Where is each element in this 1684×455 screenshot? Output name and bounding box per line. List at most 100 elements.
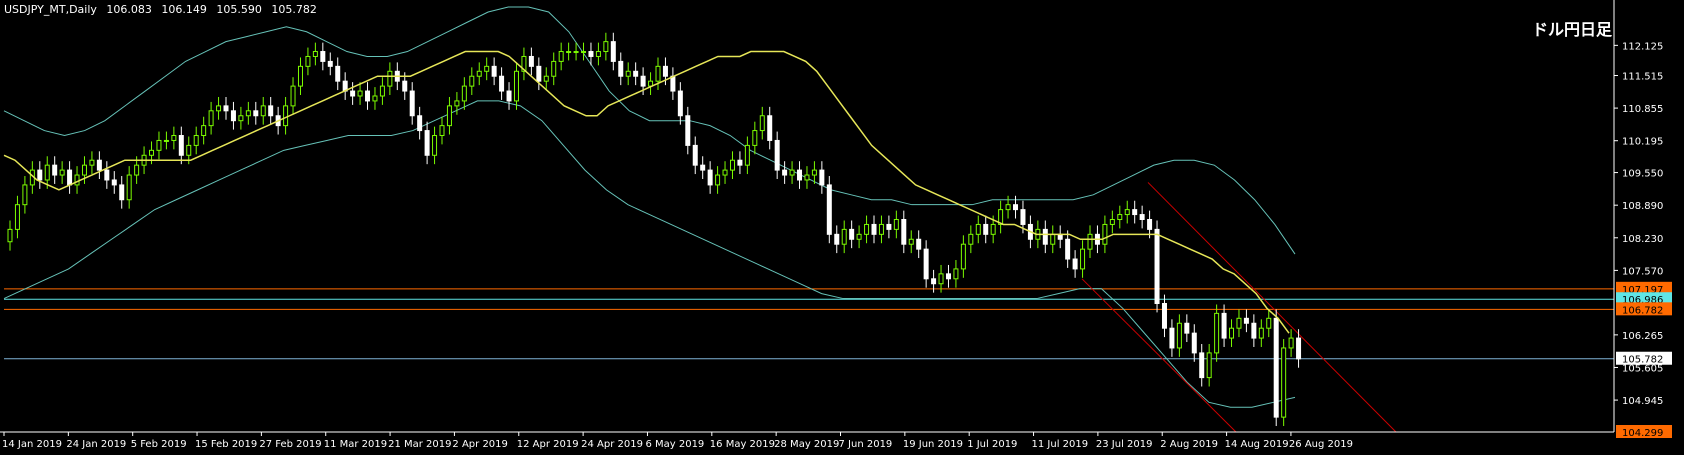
x-tick-label: 24 Jan 2019 [66,439,126,450]
candle-body [923,248,929,280]
candle-body [700,164,706,171]
candle-body [7,228,13,243]
candle-body [37,169,43,181]
x-tick-label: 28 May 2019 [774,439,839,450]
candle-body [528,55,534,67]
candle-body [618,60,624,77]
candle-body [1005,204,1011,211]
candle-body [1132,209,1138,216]
candle-body [797,169,803,181]
candle-body [625,70,631,77]
x-tick-label: 24 Apr 2019 [581,439,643,450]
candle-body [469,75,475,87]
candle-body [1020,209,1026,225]
candle-body [566,51,572,54]
candle-body [365,90,371,102]
candle-body [819,169,825,186]
candle-body [938,273,944,285]
candle-body [983,223,989,235]
candle-body [610,41,616,62]
candle-body [1050,233,1056,245]
candle-body [886,223,892,230]
candle-body [156,139,162,151]
candle-body [692,144,698,166]
candle-body [297,65,303,87]
candle-body [1296,337,1302,360]
x-tick-label: 27 Feb 2019 [259,439,321,450]
candle-body [245,110,251,117]
candle-body [1042,228,1048,245]
candle-body [841,228,847,245]
x-tick-label: 7 Jun 2019 [839,439,893,450]
candle-body [767,115,773,141]
candle-body [208,110,214,127]
candle-body [1288,337,1294,349]
candle-body [171,135,177,141]
y-tick-label: 106.265 [1622,331,1663,342]
candle-body [1139,214,1145,221]
candle-body [417,115,423,132]
candle-body [752,130,758,146]
candle-body [581,51,587,54]
candle-body [893,219,899,230]
candle-body [744,144,750,166]
candle-body [722,169,728,176]
candle-body [432,135,438,156]
candle-body [1124,209,1130,216]
candle-body [931,278,937,285]
x-tick-label: 12 Apr 2019 [517,439,579,450]
candle-body [446,105,452,127]
x-tick-label: 2 Aug 2019 [1160,439,1218,450]
candle-body [59,169,65,176]
candle-body [96,159,102,171]
candle-body [409,90,415,117]
candle-body [573,51,579,54]
candle-body [238,115,244,122]
candle-body [513,70,519,102]
price-label-text: 104.299 [1622,428,1663,439]
candle-body [134,164,140,176]
candle-body [149,149,155,156]
candle-body [1176,322,1182,349]
candle-body [1243,317,1249,324]
candle-body [260,105,266,117]
candle-body [1087,233,1093,250]
candle-body [1206,352,1212,379]
lower-band-line [3,100,1296,408]
candle-body [1013,204,1019,211]
candle-body [1229,327,1235,339]
candle-body [201,125,207,137]
candle-body [320,51,326,62]
candle-body [1236,317,1242,329]
candle-body [74,174,80,186]
x-tick-label: 21 Mar 2019 [388,439,451,450]
candle-body [163,139,169,142]
channel-upper-line [1147,182,1397,433]
candle-body [67,169,73,186]
candle-body [1214,312,1220,354]
y-tick-label: 104.945 [1622,396,1663,407]
candle-body [729,159,735,171]
candle-body [193,135,199,146]
candle-body [670,75,676,92]
candle-body [662,65,668,77]
candle-body [871,223,877,235]
candle-body [588,51,594,57]
x-tick-label: 23 Jul 2019 [1096,439,1153,450]
candle-body [916,238,922,250]
candle-body [774,139,780,171]
price-chart[interactable]: 112.125 111.515 110.855 110.195 109.550 108.8… [0,0,1684,455]
x-tick-label: 11 Mar 2019 [324,439,387,450]
candle-body [461,85,467,102]
candle-body [350,90,356,97]
candle-body [402,80,408,92]
candle-body [1273,317,1279,418]
candle-body [878,223,884,235]
x-tick-label: 15 Feb 2019 [195,439,257,450]
candle-body [119,184,125,201]
candle-body [89,159,95,166]
candle-body [960,243,966,270]
candle-body [1281,347,1287,418]
candle-body [953,268,959,280]
y-tick-label: 108.230 [1622,234,1663,245]
